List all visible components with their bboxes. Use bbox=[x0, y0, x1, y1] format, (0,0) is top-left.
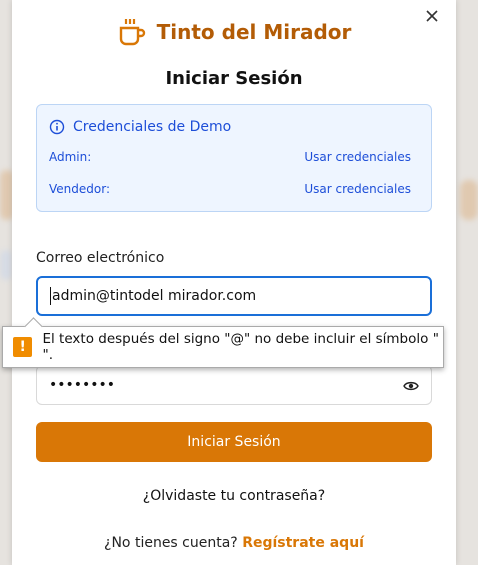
email-label: Correo electrónico bbox=[36, 250, 165, 266]
page-title: Iniciar Sesión bbox=[165, 68, 303, 89]
eye-icon[interactable] bbox=[403, 378, 419, 394]
text-caret bbox=[50, 287, 51, 305]
use-admin-credentials-link[interactable]: Usar credenciales bbox=[304, 150, 411, 164]
password-field[interactable]: •••••••• bbox=[36, 365, 432, 405]
validation-tooltip: ! El texto después del signo "@" no debe… bbox=[2, 317, 444, 368]
signup-prompt: ¿No tienes cuenta? Regístrate aquí bbox=[12, 535, 456, 551]
coffee-cup-icon bbox=[119, 19, 145, 46]
demo-credentials-box: Credenciales de Demo Admin: Usar credenc… bbox=[36, 104, 432, 212]
demo-row-admin: Admin: Usar credenciales bbox=[49, 150, 411, 164]
login-submit-button[interactable]: Iniciar Sesión bbox=[36, 422, 432, 462]
email-value: admin@tintodel mirador.com bbox=[52, 288, 257, 304]
validation-message: El texto después del signo "@" no debe i… bbox=[42, 331, 439, 363]
email-field[interactable]: admin@tintodel mirador.com bbox=[36, 276, 432, 316]
signup-prompt-text: ¿No tienes cuenta? bbox=[104, 535, 238, 551]
brand-header: Tinto del Mirador bbox=[12, 14, 456, 50]
forgot-password-link[interactable]: ¿Olvidaste tu contraseña? bbox=[12, 488, 456, 504]
backdrop-element bbox=[0, 250, 12, 280]
password-value: •••••••• bbox=[49, 377, 116, 393]
info-icon bbox=[49, 119, 65, 135]
demo-row-vendedor: Vendedor: Usar credenciales bbox=[49, 182, 411, 196]
use-vendedor-credentials-link[interactable]: Usar credenciales bbox=[304, 182, 411, 196]
signup-link[interactable]: Regístrate aquí bbox=[242, 535, 364, 551]
backdrop-element bbox=[460, 180, 478, 220]
demo-heading: Credenciales de Demo bbox=[73, 119, 232, 135]
warning-icon: ! bbox=[13, 337, 33, 357]
demo-role-label: Admin: bbox=[49, 150, 92, 164]
brand-name: Tinto del Mirador bbox=[156, 20, 352, 44]
demo-role-label: Vendedor: bbox=[49, 182, 110, 196]
demo-header: Credenciales de Demo bbox=[49, 119, 231, 135]
login-modal: Tinto del Mirador Iniciar Sesión Credenc… bbox=[12, 0, 456, 565]
